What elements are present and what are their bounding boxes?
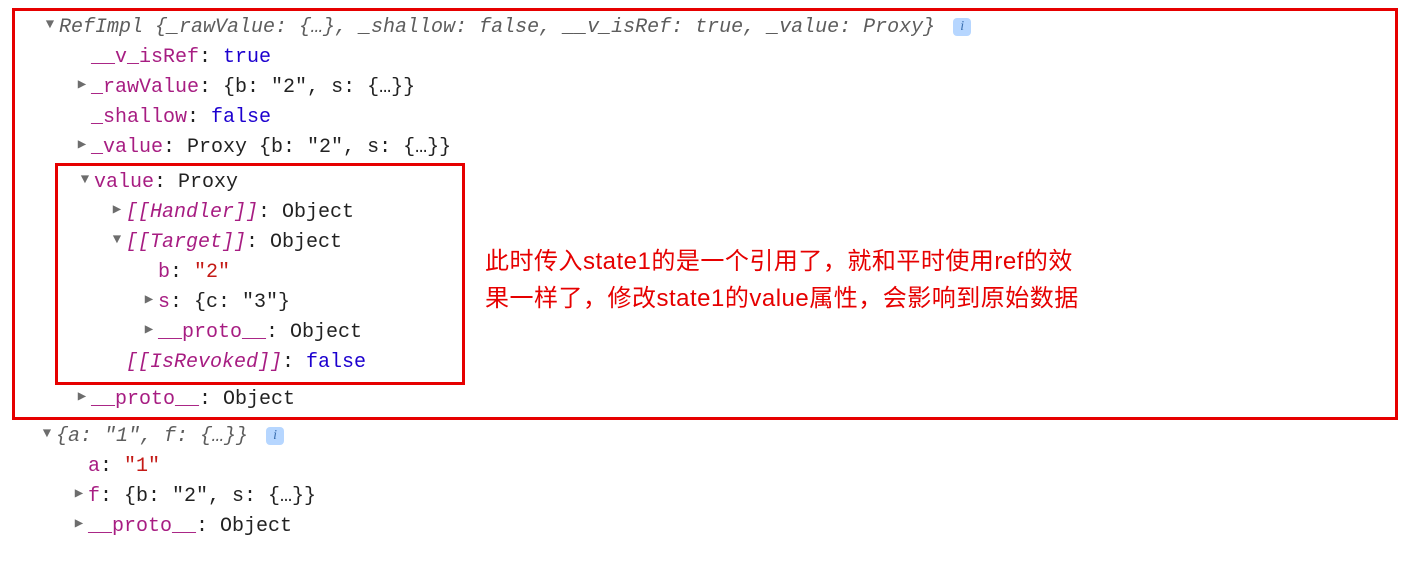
prop-value: Object	[290, 321, 362, 344]
chevron-right-icon[interactable]: ▶	[110, 200, 124, 221]
prop-row-v-isref[interactable]: __v_isRef: true	[15, 43, 1395, 73]
prop-row-below-f[interactable]: ▶f: {b: "2", s: {…}}	[20, 482, 1398, 512]
prop-key: _value	[91, 136, 163, 159]
prop-key: b	[158, 261, 170, 284]
prop-value: {c: "3"}	[194, 291, 290, 314]
prop-value: Object	[270, 231, 342, 254]
chevron-right-icon[interactable]: ▶	[72, 514, 86, 535]
refimpl-summary-row[interactable]: ▼RefImpl {_rawValue: {…}, _shallow: fals…	[15, 13, 1395, 43]
prop-value: true	[223, 46, 271, 69]
red-highlight-outer: ▼RefImpl {_rawValue: {…}, _shallow: fals…	[12, 8, 1398, 420]
prop-row-value[interactable]: ▼value: Proxy	[58, 168, 462, 198]
proxy-type: Proxy	[187, 136, 259, 159]
prop-key: __proto__	[158, 321, 266, 344]
chevron-down-icon[interactable]: ▼	[43, 15, 57, 36]
chevron-right-icon[interactable]: ▶	[142, 290, 156, 311]
prop-row-value-underscore[interactable]: ▶_value: Proxy {b: "2", s: {…}}	[15, 133, 1395, 163]
prop-key: __v_isRef	[91, 46, 199, 69]
prop-value: false	[211, 106, 271, 129]
prop-row-target-s[interactable]: ▶s: {c: "3"}	[58, 288, 462, 318]
red-highlight-inner: ▼value: Proxy ▶[[Handler]]: Object ▼[[Ta…	[55, 163, 465, 385]
prop-row-isrevoked[interactable]: [[IsRevoked]]: false	[58, 348, 462, 378]
chevron-right-icon[interactable]: ▶	[75, 75, 89, 96]
prop-row-below-a[interactable]: a: "1"	[20, 452, 1398, 482]
prop-value: Object	[282, 201, 354, 224]
chevron-down-icon[interactable]: ▼	[40, 424, 54, 445]
prop-key: _rawValue	[91, 76, 199, 99]
chevron-right-icon[interactable]: ▶	[142, 320, 156, 341]
prop-key: _shallow	[91, 106, 187, 129]
chevron-right-icon[interactable]: ▶	[72, 484, 86, 505]
second-object-block: ▼{a: "1", f: {…}} i a: "1" ▶f: {b: "2", …	[20, 422, 1398, 542]
prop-value: "2"	[194, 261, 230, 284]
prop-row-target-proto[interactable]: ▶__proto__: Object	[58, 318, 462, 348]
prop-row-below-proto[interactable]: ▶__proto__: Object	[20, 512, 1398, 542]
prop-row-proto[interactable]: ▶__proto__: Object	[15, 385, 1395, 415]
prop-key: __proto__	[91, 388, 199, 411]
below-summary-row[interactable]: ▼{a: "1", f: {…}} i	[20, 422, 1398, 452]
annotation-text: 此时传入state1的是一个引用了，就和平时使用ref的效果一样了，修改stat…	[485, 243, 1095, 317]
prop-value: {b: "2", s: {…}}	[259, 136, 451, 159]
prop-key: value	[94, 171, 154, 194]
prop-value: {b: "2", s: {…}}	[223, 76, 415, 99]
chevron-down-icon[interactable]: ▼	[78, 170, 92, 191]
prop-key: __proto__	[88, 515, 196, 538]
prop-key: f	[88, 485, 100, 508]
chevron-right-icon[interactable]: ▶	[75, 387, 89, 408]
internal-slot-key: [[IsRevoked]]	[126, 351, 282, 374]
chevron-right-icon[interactable]: ▶	[75, 135, 89, 156]
prop-row-target-b[interactable]: b: "2"	[58, 258, 462, 288]
prop-value: "1"	[124, 455, 160, 478]
prop-value: Object	[220, 515, 292, 538]
prop-value: false	[306, 351, 366, 374]
prop-value: {b: "2", s: {…}}	[124, 485, 316, 508]
prop-key: s	[158, 291, 170, 314]
proxy-type: Proxy	[178, 171, 238, 194]
refimpl-summary-inner: {_rawValue: {…}, _shallow: false, __v_is…	[155, 16, 935, 39]
prop-row-shallow[interactable]: _shallow: false	[15, 103, 1395, 133]
prop-row-handler[interactable]: ▶[[Handler]]: Object	[58, 198, 462, 228]
prop-row-rawvalue[interactable]: ▶_rawValue: {b: "2", s: {…}}	[15, 73, 1395, 103]
prop-key: a	[88, 455, 100, 478]
below-summary: {a: "1", f: {…}}	[56, 425, 248, 448]
chevron-down-icon[interactable]: ▼	[110, 230, 124, 251]
info-icon[interactable]: i	[953, 18, 971, 36]
internal-slot-key: [[Target]]	[126, 231, 246, 254]
prop-value: Object	[223, 388, 295, 411]
prop-row-target[interactable]: ▼[[Target]]: Object	[58, 228, 462, 258]
internal-slot-key: [[Handler]]	[126, 201, 258, 224]
refimpl-type-name: RefImpl	[59, 16, 155, 39]
info-icon[interactable]: i	[266, 427, 284, 445]
